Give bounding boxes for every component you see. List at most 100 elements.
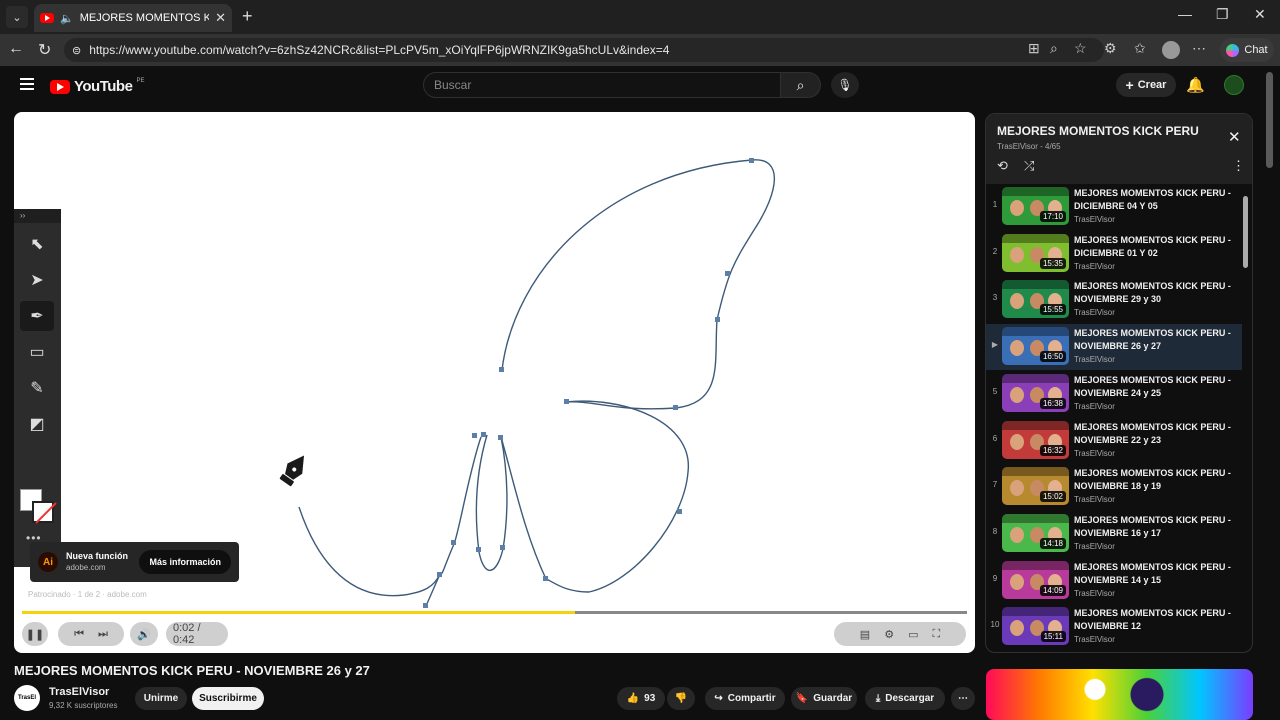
gradient-tool-icon[interactable]: ◩ <box>20 409 54 439</box>
zoom-icon[interactable]: ⌕ <box>1050 40 1058 57</box>
playlist-item[interactable]: 3 15:55 MEJORES MOMENTOS KICK PERU - NOVIE… <box>986 277 1242 323</box>
voice-search-button[interactable]: 🎙 <box>831 72 859 98</box>
playlist-item[interactable]: ▶ 16:50 MEJORES MOMENTOS KICK PERU - NOVIE… <box>986 324 1242 371</box>
subtitles-icon[interactable]: ▤ <box>860 628 870 641</box>
eyedropper-tool-icon[interactable]: ✎ <box>20 373 54 403</box>
stroke-swatch[interactable] <box>32 501 54 523</box>
profile-avatar-icon[interactable] <box>1162 41 1180 59</box>
thumbnail-face <box>1010 573 1024 590</box>
video-thumbnail[interactable]: 16:32 <box>1002 420 1069 459</box>
minimize-icon[interactable]: — <box>1178 6 1192 22</box>
selection-tool-icon[interactable]: ⬉ <box>20 229 54 259</box>
search-input[interactable]: Buscar <box>423 72 781 98</box>
maximize-icon[interactable]: ❐ <box>1216 6 1229 23</box>
anchor-point <box>725 271 730 276</box>
download-label: Descargar <box>885 693 935 704</box>
playlist-scrollbar[interactable] <box>1243 196 1248 268</box>
panel-collapse-icon[interactable]: ›› <box>14 209 61 223</box>
dislike-button[interactable]: 👎 <box>667 687 695 710</box>
page-scrollbar[interactable] <box>1266 72 1273 168</box>
direct-selection-tool-icon[interactable]: ➤ <box>20 265 54 295</box>
lower-wing-path <box>500 400 689 593</box>
playlist-more-icon[interactable]: ⋮ <box>1232 158 1245 174</box>
theater-mode-icon[interactable]: ▭ <box>908 628 918 641</box>
close-tab-icon[interactable]: ✕ <box>215 10 226 26</box>
volume-button[interactable]: 🔊 <box>130 622 158 646</box>
playlist-item[interactable]: 6 16:32 MEJORES MOMENTOS KICK PERU - NOVIE… <box>986 418 1242 464</box>
thumbnail-banner <box>1002 607 1069 617</box>
playlist-title[interactable]: MEJORES MOMENTOS KICK PERU <box>997 124 1199 138</box>
loop-icon[interactable]: ⟲ <box>997 158 1008 174</box>
video-thumbnail[interactable]: 14:09 <box>1002 560 1069 599</box>
playlist-item-index: 10 <box>990 620 1000 630</box>
playlist-item[interactable]: 8 14:18 MEJORES MOMENTOS KICK PERU - NOVIE… <box>986 511 1242 557</box>
shuffle-icon[interactable]: ⤮ <box>1024 158 1034 174</box>
video-thumbnail[interactable]: 16:38 <box>1002 373 1069 412</box>
fullscreen-icon[interactable]: ⛶ <box>932 628 940 641</box>
next-icon[interactable]: ⏭ <box>98 628 108 641</box>
browser-tab[interactable]: 🔈 MEJORES MOMENTOS KICK P ✕ <box>34 4 232 32</box>
settings-gear-icon[interactable]: ⚙ <box>884 628 894 641</box>
rectangle-tool-icon[interactable]: ▭ <box>20 337 54 367</box>
back-arrow-icon[interactable]: ← <box>8 40 24 58</box>
ad-overlay[interactable]: Ai Nueva función adobe.com Más informaci… <box>30 542 239 582</box>
notifications-bell-icon[interactable]: 🔔 <box>1186 76 1205 94</box>
more-actions-button[interactable]: ⋯ <box>951 687 975 710</box>
video-thumbnail[interactable]: 16:50 <box>1002 327 1069 366</box>
url-field[interactable]: ⊜ https://www.youtube.com/watch?v=6zhSz4… <box>64 38 1104 62</box>
playlist-item[interactable]: 7 15:02 MEJORES MOMENTOS KICK PERU - NOVIE… <box>986 464 1242 510</box>
share-button[interactable]: ↪ Compartir <box>705 687 785 710</box>
menu-hamburger-icon[interactable] <box>20 78 34 93</box>
site-info-icon[interactable]: ⊜ <box>72 44 81 57</box>
video-duration: 14:09 <box>1039 584 1066 596</box>
video-thumbnail[interactable]: 15:55 <box>1002 280 1069 319</box>
playlist-item-index: 5 <box>992 386 998 396</box>
app-available-icon[interactable]: ⊞ <box>1028 40 1040 57</box>
playlist-item[interactable]: 9 14:09 MEJORES MOMENTOS KICK PERU - NOVIE… <box>986 558 1242 604</box>
speaker-icon[interactable]: 🔈 <box>60 12 74 25</box>
channel-avatar[interactable]: TrasEl <box>14 685 40 711</box>
pen-tool-cursor-icon <box>279 455 305 487</box>
playlist-item-index: 8 <box>992 526 998 536</box>
video-thumbnail[interactable]: 15:11 <box>1002 607 1069 646</box>
playlist-item[interactable]: 10 15:11 MEJORES MOMENTOS KICK PERU - NOVI… <box>986 604 1242 650</box>
browser-tab-bar: ⌄ 🔈 MEJORES MOMENTOS KICK P ✕ + — ❐ ✕ <box>0 0 1280 34</box>
video-thumbnail[interactable]: 15:02 <box>1002 467 1069 506</box>
join-button[interactable]: Unirme <box>135 687 187 710</box>
playlist-item[interactable]: 1 17:10 MEJORES MOMENTOS KICK PERU - DICIE… <box>986 184 1242 230</box>
video-player[interactable]: ›› ⬉ ➤ ✒ ▭ ✎ ◩ ••• Ai Nueva función adob… <box>14 112 975 653</box>
browser-menu-icon[interactable]: ⋯ <box>1192 40 1206 57</box>
video-thumbnail[interactable]: 17:10 <box>1002 187 1069 225</box>
video-thumbnail[interactable]: 14:18 <box>1002 513 1069 552</box>
promo-banner[interactable] <box>986 669 1253 720</box>
previous-icon[interactable]: ⏮ <box>74 628 84 641</box>
like-button[interactable]: 👍 93 <box>617 687 665 710</box>
account-avatar[interactable] <box>1224 75 1244 95</box>
progress-bar[interactable] <box>22 611 967 614</box>
search-button[interactable]: ⌕ <box>781 72 821 98</box>
thumbnail-banner <box>1002 420 1069 430</box>
copilot-chat-button[interactable]: Chat <box>1220 38 1274 62</box>
save-button[interactable]: 🔖 Guardar <box>791 687 857 710</box>
pause-button[interactable]: ❚❚ <box>22 622 48 646</box>
extensions-icon[interactable]: ⚙ <box>1104 40 1117 57</box>
reload-icon[interactable]: ↻ <box>38 40 51 60</box>
youtube-logo[interactable]: YouTube PE <box>50 78 144 95</box>
video-thumbnail[interactable]: 15:35 <box>1002 233 1069 272</box>
video-duration: 15:35 <box>1039 257 1066 269</box>
download-button[interactable]: ⤓ Descargar <box>865 687 945 710</box>
favorites-icon[interactable]: ✩ <box>1134 40 1146 57</box>
channel-name[interactable]: TrasElVisor <box>49 686 109 698</box>
pen-tool-icon[interactable]: ✒ <box>20 301 54 331</box>
ad-more-info-button[interactable]: Más información <box>139 550 231 574</box>
close-window-icon[interactable]: ✕ <box>1254 6 1266 23</box>
playlist-item[interactable]: 5 16:38 MEJORES MOMENTOS KICK PERU - NOVIE… <box>986 371 1242 417</box>
create-button[interactable]: + Crear <box>1116 73 1176 97</box>
new-tab-icon[interactable]: + <box>242 6 253 27</box>
favorite-star-icon[interactable]: ☆ <box>1074 40 1087 57</box>
playlist-item[interactable]: 2 15:35 MEJORES MOMENTOS KICK PERU - DICIE… <box>986 231 1242 277</box>
tab-actions-chevron-icon[interactable]: ⌄ <box>6 6 28 28</box>
subscribe-button[interactable]: Suscribirme <box>192 687 264 710</box>
close-playlist-icon[interactable]: ✕ <box>1228 128 1241 146</box>
thumbs-up-icon: 👍 <box>626 693 640 704</box>
